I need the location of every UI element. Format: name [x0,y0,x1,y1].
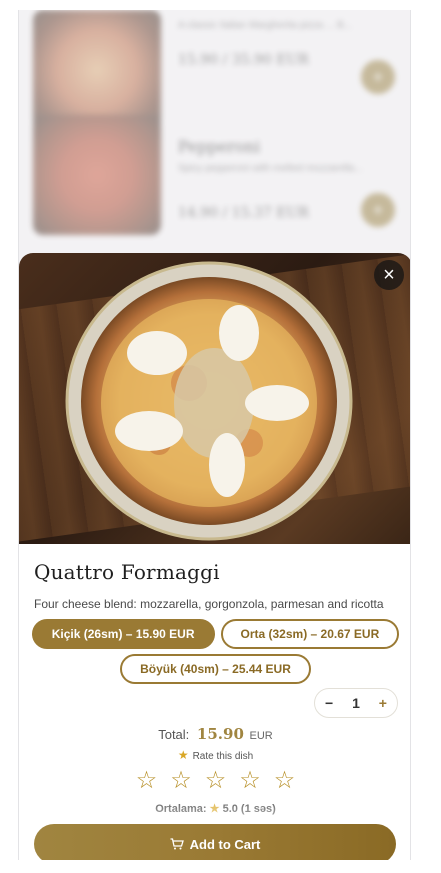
total-price: Total: 15.90 EUR [19,725,410,743]
size-option-large[interactable]: Böyük (40sm) – 25.44 EUR [120,654,311,684]
plus-icon: + [372,67,384,87]
dish-thumbnail [33,115,161,235]
dish-detail-modal: × Quattro Formaggi Four cheese blend: mo… [19,253,410,860]
rate-prompt: ★ Rate this dish [19,748,410,762]
menu-list-background: A classic Italian Margherita pizza ... B… [19,10,410,270]
size-options-row: Böyük (40sm) – 25.44 EUR [19,654,410,684]
dish-title: Quattro Formaggi [34,560,220,584]
total-currency: EUR [249,730,273,742]
rating-star-3[interactable]: ☆ [205,769,227,793]
average-value: 5.0 (1 səs) [222,803,276,815]
menu-card: Pepperoni Spicy pepperoni with melted mo… [33,115,403,235]
add-to-cart-button[interactable]: Add to Cart [34,824,396,860]
plus-icon: + [372,200,384,220]
close-icon: × [383,264,395,286]
size-option-medium[interactable]: Orta (32sm) – 20.67 EUR [220,619,400,649]
quantity-stepper: − 1 + [314,688,398,718]
add-to-cart-label: Add to Cart [189,836,261,852]
rating-star-1[interactable]: ☆ [136,769,158,793]
star-icon: ★ [209,803,220,815]
dish-price: 14.90 / 15.37 EUR [178,205,309,221]
rating-stars: ☆ ☆ ☆ ☆ ☆ [19,769,410,793]
app-frame: A classic Italian Margherita pizza ... B… [18,10,411,860]
dish-description: Spicy pepperoni with melted mozzarella..… [178,163,363,174]
pizza-illustration [65,261,353,541]
rate-label: Rate this dish [192,751,254,762]
close-button[interactable]: × [374,260,404,290]
cart-icon [170,838,184,850]
rating-star-4[interactable]: ☆ [239,769,261,793]
add-button[interactable]: + [361,60,395,94]
dish-thumbnail [33,10,161,130]
average-rating: Ortalama: ★ 5.0 (1 səs) [19,802,410,815]
increment-button[interactable]: + [379,695,387,711]
quantity-value: 1 [352,695,360,711]
dish-image: × [19,253,410,544]
menu-card: A classic Italian Margherita pizza ... B… [33,10,403,130]
size-option-small[interactable]: Kiçik (26sm) – 15.90 EUR [31,619,215,649]
rating-star-2[interactable]: ☆ [170,769,192,793]
average-label: Ortalama: [155,803,207,815]
dish-description: Four cheese blend: mozzarella, gorgonzol… [34,597,384,611]
dish-description: A classic Italian Margherita pizza ... B… [178,20,352,31]
add-button[interactable]: + [361,193,395,227]
star-icon: ★ [177,748,189,762]
decrement-button[interactable]: − [325,695,333,711]
size-options-row: Kiçik (26sm) – 15.90 EUR Orta (32sm) – 2… [19,619,410,649]
total-label: Total: [158,727,190,742]
dish-title: Pepperoni [178,137,261,156]
total-amount: 15.90 [196,725,244,743]
rating-star-5[interactable]: ☆ [274,769,296,793]
dish-price: 15.90 / 35.90 EUR [178,52,309,68]
